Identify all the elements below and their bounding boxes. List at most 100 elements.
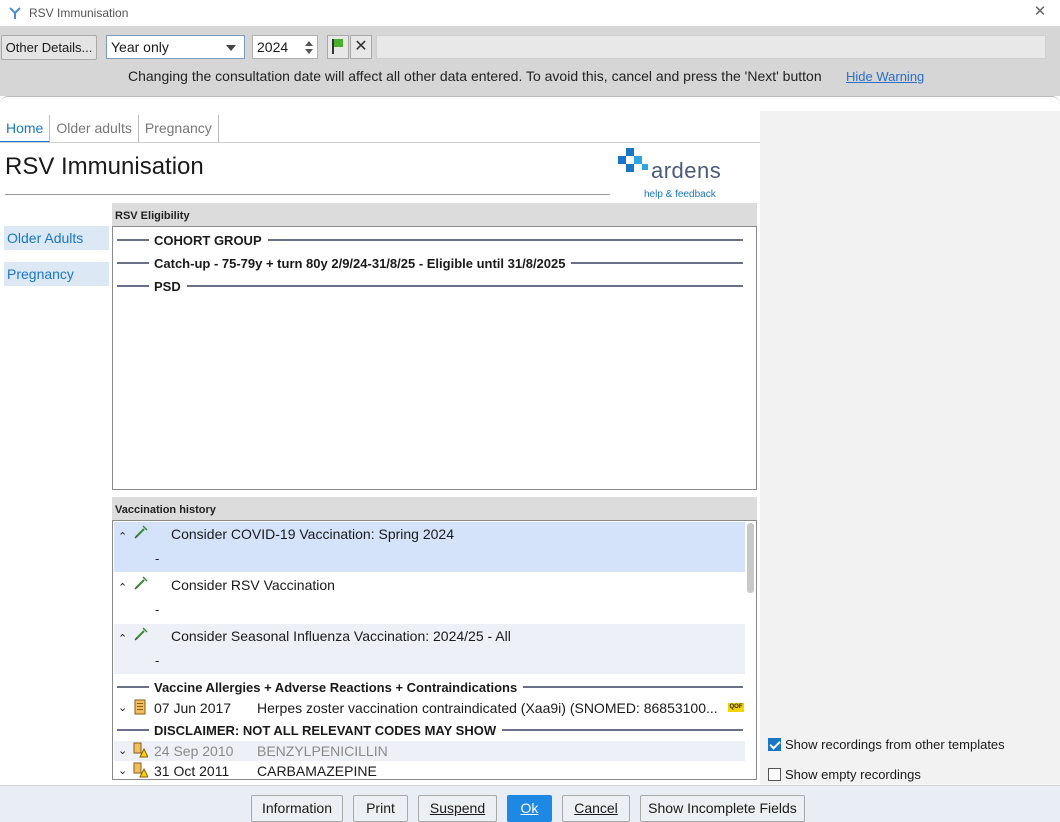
vaccination-value: - [155,653,160,668]
syringe-icon [134,525,148,539]
section-rule [502,729,743,731]
eligibility-header: RSV Eligibility [112,203,757,227]
section-rule [186,285,743,287]
vaccination-value: - [155,602,160,617]
chevron-down-icon[interactable]: ⌄ [118,764,127,777]
allergy-warning-icon [133,742,148,758]
vaccination-scrollbar[interactable] [745,521,756,779]
allergy-date: 24 Sep 2010 [154,743,234,759]
show-other-templates-option[interactable]: Show recordings from other templates [768,737,1005,752]
eligibility-text: Catch-up - 75-79y + turn 80y 2/9/24-31/8… [154,255,566,271]
syringe-icon [134,627,148,641]
consultation-date-bar [376,35,1046,59]
vaccination-item[interactable]: ⌃ Consider Seasonal Influenza Vaccinatio… [114,624,745,674]
tab-older-adults[interactable]: Older adults [50,115,139,143]
window-title: RSV Immunisation [29,6,129,20]
show-empty-checkbox[interactable] [768,768,781,781]
template-tabs: Home Older adults Pregnancy [0,115,219,143]
scrollbar-thumb[interactable] [747,523,754,593]
chevron-up-icon[interactable]: ⌃ [118,581,127,594]
chevron-down-icon [226,45,236,51]
disclaimer-heading: DISCLAIMER: NOT ALL RELEVANT CODES MAY S… [117,721,743,739]
syringe-icon [134,576,148,590]
show-other-templates-checkbox[interactable] [768,738,781,751]
section-rule [267,239,743,241]
page-title: RSV Immunisation [5,153,204,180]
x-icon[interactable]: ✕ [350,35,372,59]
vaccination-title: Consider RSV Vaccination [171,577,335,593]
allergy-row[interactable]: ⌄ 24 Sep 2010 BENZYLPENICILLIN [114,741,745,761]
section-rule [117,239,149,241]
vaccination-title: Consider COVID-19 Vaccination: Spring 20… [171,526,455,542]
section-rule [117,729,149,731]
allergy-text: CARBAMAZEPINE [257,763,377,779]
tab-home[interactable]: Home [0,115,51,143]
vaccination-item[interactable]: ⌃ Consider COVID-19 Vaccination: Spring … [114,522,745,572]
eligibility-row: Catch-up - 75-79y + turn 80y 2/9/24-31/8… [117,254,743,272]
allergy-text: BENZYLPENICILLIN [257,743,388,759]
section-rule [117,686,149,688]
information-button[interactable]: Information [251,795,343,822]
tabs-divider [0,142,760,143]
ardens-cross-icon [618,148,648,172]
record-row[interactable]: ⌄ 07 Jun 2017 Herpes zoster vaccination … [114,698,745,718]
ok-label: Ok [520,800,539,816]
title-divider [5,194,610,195]
section-rule [571,262,743,264]
cancel-label: Cancel [574,800,618,816]
year-stepper[interactable]: 2024 [252,35,318,59]
flag-button[interactable] [327,35,349,59]
suspend-button[interactable]: Suspend [418,795,497,822]
chevron-up-icon[interactable]: ⌃ [118,632,127,645]
year-value: 2024 [257,39,289,55]
spin-down-icon[interactable] [305,49,313,54]
document-icon [134,699,146,715]
record-date: 07 Jun 2017 [154,700,232,716]
section-rule [117,262,149,264]
green-flag-icon [332,39,343,54]
other-details-button[interactable]: Other Details... [1,35,97,60]
vaccination-item[interactable]: ⌃ Consider RSV Vaccination - [114,573,745,623]
date-mode-select[interactable]: Year only [106,35,245,59]
eligibility-panel: COHORT GROUP Catch-up - 75-79y + turn 80… [112,226,757,490]
show-empty-option[interactable]: Show empty recordings [768,767,921,782]
logo-wordmark: ardens [651,158,722,183]
right-options-area [760,111,1060,785]
ok-button[interactable]: Ok [507,795,552,822]
vaccination-value: - [155,551,160,566]
cancel-button[interactable]: Cancel [562,795,630,822]
close-icon[interactable]: ✕ [1032,4,1048,20]
record-text: Herpes zoster vaccination contraindicate… [257,700,718,716]
chevron-down-icon[interactable]: ⌄ [118,744,127,757]
nav-pregnancy[interactable]: Pregnancy [4,262,109,286]
qof-badge: QOF [728,703,744,712]
show-incomplete-fields-button[interactable]: Show Incomplete Fields [640,795,805,822]
allergy-section-heading: Vaccine Allergies + Adverse Reactions + … [117,678,743,696]
vaccination-panel: ⌃ Consider COVID-19 Vaccination: Spring … [112,520,757,780]
date-warning-text: Changing the consultation date will affe… [128,68,822,84]
allergy-row[interactable]: ⌄ 31 Oct 2011 CARBAMAZEPINE [114,761,745,779]
spin-up-icon[interactable] [305,41,313,46]
vaccination-title: Consider Seasonal Influenza Vaccination:… [171,628,511,644]
nav-older-adults[interactable]: Older Adults [4,226,109,250]
vaccination-header: Vaccination history [112,497,757,521]
eligibility-row: COHORT GROUP [117,231,743,249]
allergy-warning-icon [133,762,148,778]
ardens-logo[interactable]: ardens help & feedback [618,148,728,204]
hide-warning-link[interactable]: Hide Warning [846,69,924,84]
allergy-section-title: Vaccine Allergies + Adverse Reactions + … [154,679,518,695]
tab-pregnancy[interactable]: Pregnancy [139,115,219,143]
chevron-down-icon[interactable]: ⌄ [118,701,127,714]
section-rule [523,686,743,688]
chevron-up-icon[interactable]: ⌃ [118,530,127,543]
print-button[interactable]: Print [353,795,408,822]
help-feedback-link[interactable]: help & feedback [644,189,716,200]
show-other-templates-label: Show recordings from other templates [785,737,1005,752]
window-titlebar: RSV Immunisation ✕ [0,0,1060,26]
app-icon [9,7,21,19]
eligibility-text: PSD [154,278,181,294]
disclaimer-text: DISCLAIMER: NOT ALL RELEVANT CODES MAY S… [154,722,497,738]
show-empty-label: Show empty recordings [785,767,921,782]
eligibility-text: COHORT GROUP [154,232,262,248]
eligibility-row: PSD [117,277,743,295]
